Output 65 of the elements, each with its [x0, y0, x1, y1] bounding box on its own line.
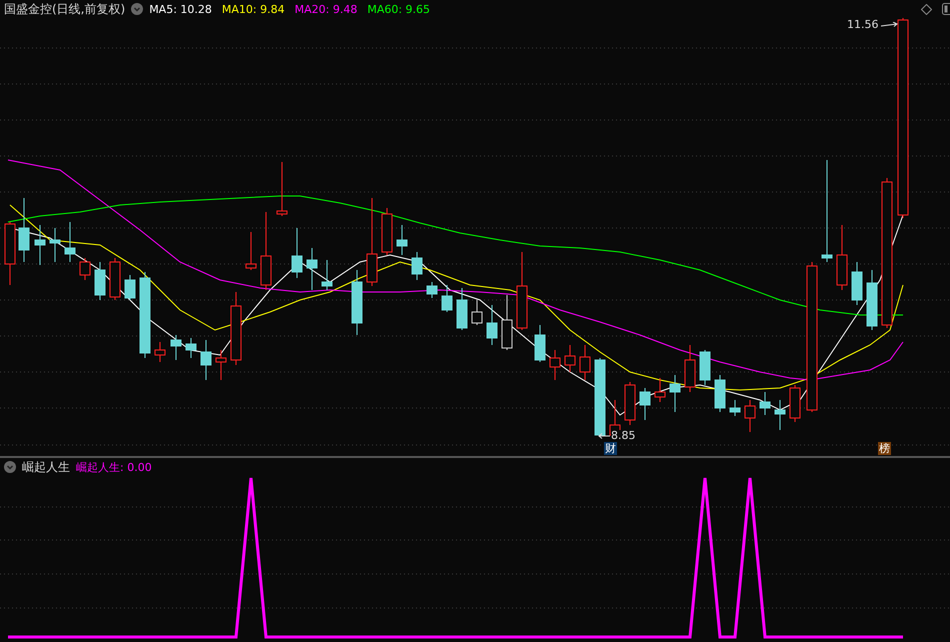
pointer-arrow-icon	[598, 432, 610, 438]
candlestick	[684, 344, 696, 392]
pointer-arrow-icon	[880, 22, 898, 28]
candlestick	[580, 344, 590, 380]
candlestick	[534, 324, 546, 362]
candlestick	[640, 388, 650, 420]
moving-average-label: MA10: 9.84	[222, 4, 285, 14]
chevron-down-icon[interactable]	[4, 461, 16, 473]
candlestick	[186, 338, 196, 358]
candlestick	[472, 300, 482, 326]
candlestick	[246, 232, 256, 270]
candlestick	[836, 224, 848, 290]
candlestick	[730, 400, 740, 416]
candlestick	[774, 400, 786, 430]
candlestick	[426, 282, 438, 298]
indicator-title: 崛起人生	[22, 461, 70, 473]
candlestick	[714, 374, 726, 412]
low-price-label: 8.85	[611, 430, 636, 441]
high-price-label: 11.56	[847, 19, 878, 30]
candlestick	[18, 198, 30, 262]
toggle-icon[interactable]	[942, 3, 950, 15]
candlestick	[486, 304, 498, 346]
candlestick	[292, 228, 302, 278]
candlestick	[124, 274, 136, 300]
candlestick	[396, 224, 408, 256]
candlestick	[866, 270, 878, 330]
candlestick	[110, 258, 120, 300]
candlestick	[200, 340, 212, 380]
diamond-icon[interactable]	[921, 4, 932, 14]
candlestick	[352, 270, 362, 336]
moving-average-label: MA5: 10.28	[149, 4, 212, 14]
candlestick	[456, 288, 468, 330]
event-marker[interactable]: 财	[604, 442, 617, 455]
candlestick	[34, 224, 46, 266]
candlestick	[276, 162, 288, 216]
candlestick	[852, 262, 862, 306]
chart-title: 国盛金控(日线,前复权)	[4, 3, 126, 15]
moving-average-label: MA20: 9.48	[294, 4, 358, 14]
candlestick	[790, 384, 800, 422]
candlestick	[322, 260, 332, 290]
candlestick	[550, 350, 560, 380]
candlestick	[502, 294, 512, 350]
candlestick	[670, 374, 680, 412]
candlestick	[744, 400, 756, 432]
candlestick	[564, 344, 576, 372]
candlestick	[154, 342, 166, 362]
indicator-reading: 崛起人生: 0.00	[76, 462, 152, 472]
candlestick	[760, 392, 770, 416]
event-marker[interactable]: 榜	[878, 442, 891, 455]
candlestick	[382, 208, 392, 256]
candlestick	[624, 382, 636, 426]
candlestick	[216, 350, 226, 380]
moving-average-label: MA60: 9.65	[367, 4, 430, 14]
candlestick	[412, 252, 422, 280]
candlestick	[306, 248, 318, 290]
candlestick	[442, 284, 452, 312]
candlestick	[170, 334, 182, 360]
chevron-down-icon[interactable]	[131, 3, 144, 15]
candlestick	[80, 258, 90, 280]
candlestick	[700, 350, 710, 386]
candlestick	[64, 222, 76, 262]
candlestick	[654, 378, 666, 402]
candlestick	[50, 228, 60, 262]
candlestick	[94, 262, 106, 300]
candlestick	[4, 222, 16, 286]
